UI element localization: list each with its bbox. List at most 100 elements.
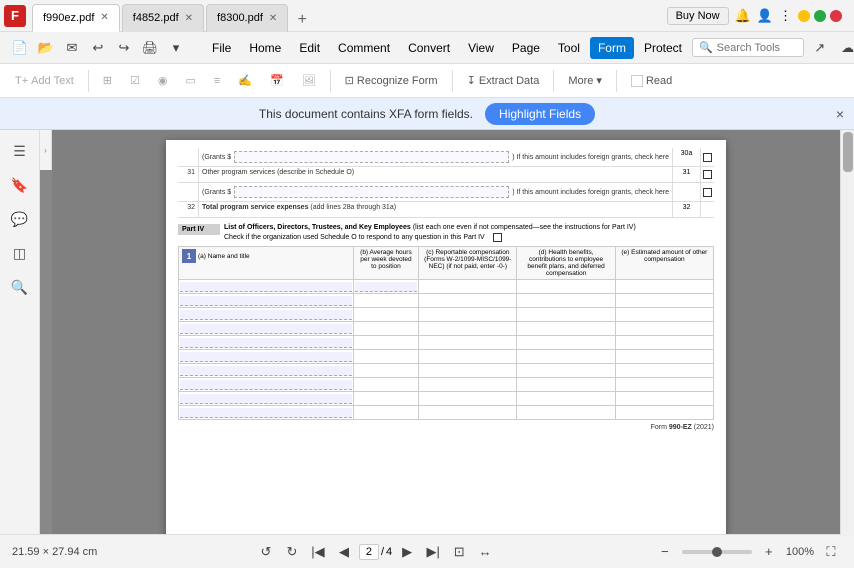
comp-cell[interactable] [419, 308, 517, 322]
hours-cell[interactable] [353, 378, 419, 392]
add-text-button[interactable]: T+ Add Text [8, 72, 81, 90]
name-cell[interactable] [179, 294, 354, 308]
benefits-cell[interactable] [517, 336, 615, 350]
maximize-button[interactable] [814, 10, 826, 22]
benefits-cell[interactable] [517, 280, 615, 294]
menu-form[interactable]: Form [590, 37, 634, 59]
minimize-button[interactable] [798, 10, 810, 22]
benefits-cell[interactable] [517, 406, 615, 420]
hours-cell[interactable] [353, 406, 419, 420]
menu-view[interactable]: View [460, 37, 502, 59]
benefits-cell[interactable] [517, 350, 615, 364]
other-cell[interactable] [615, 350, 713, 364]
other-cell[interactable] [615, 294, 713, 308]
menu-comment[interactable]: Comment [330, 37, 398, 59]
menu-home[interactable]: Home [241, 37, 289, 59]
hours-cell[interactable] [353, 392, 419, 406]
part-iv-checkbox[interactable] [493, 233, 502, 242]
cloud-icon[interactable]: ☁ [836, 36, 854, 60]
sign-icon[interactable]: ✍ [231, 71, 259, 90]
other-cell[interactable] [615, 392, 713, 406]
menu-dots-icon[interactable]: ⋮ [779, 8, 792, 24]
undo-icon[interactable]: ↩ [86, 36, 110, 60]
hours-cell[interactable] [353, 336, 419, 350]
benefits-cell[interactable] [517, 392, 615, 406]
open-file-icon[interactable]: 📂 [34, 36, 58, 60]
rotate-left-button[interactable]: ↺ [255, 541, 277, 563]
comp-cell[interactable] [419, 392, 517, 406]
fit-width-button[interactable]: ↔ [474, 541, 496, 563]
notification-icon[interactable]: 🔔 [735, 8, 751, 24]
new-file-icon[interactable]: 📄 [8, 36, 32, 60]
zoom-thumb[interactable] [712, 547, 722, 557]
comp-cell[interactable] [419, 364, 517, 378]
last-page-button[interactable]: ▶| [422, 541, 444, 563]
email-icon[interactable]: ✉ [60, 36, 84, 60]
name-cell[interactable] [179, 322, 354, 336]
sidebar-pages-icon[interactable]: ☰ [5, 136, 35, 166]
sidebar-layers-icon[interactable]: ◫ [5, 238, 35, 268]
hours-cell[interactable] [353, 322, 419, 336]
other-cell[interactable] [615, 280, 713, 294]
user-icon[interactable]: 👤 [757, 8, 773, 24]
checkbox-31a[interactable] [700, 183, 714, 201]
comp-cell[interactable] [419, 378, 517, 392]
sidebar-comments-icon[interactable]: 💬 [5, 204, 35, 234]
name-cell[interactable] [179, 378, 354, 392]
benefits-cell[interactable] [517, 364, 615, 378]
recognize-form-button[interactable]: ⊡ Recognize Form [338, 71, 445, 90]
list-icon[interactable]: ≡ [207, 72, 227, 90]
highlight-fields-button[interactable]: Highlight Fields [485, 103, 595, 125]
combo-icon[interactable]: ▭ [178, 71, 202, 90]
comp-cell[interactable] [419, 336, 517, 350]
hours-cell[interactable] [353, 294, 419, 308]
benefits-cell[interactable] [517, 308, 615, 322]
comp-cell[interactable] [419, 350, 517, 364]
next-page-button[interactable]: ▶ [396, 541, 418, 563]
scroll-thumb[interactable] [843, 132, 853, 172]
name-cell[interactable] [179, 364, 354, 378]
buy-now-button[interactable]: Buy Now [667, 7, 729, 25]
tab-f990ez[interactable]: f990ez.pdf ✕ [32, 4, 120, 32]
hours-cell[interactable] [353, 350, 419, 364]
sidebar-bookmarks-icon[interactable]: 🔖 [5, 170, 35, 200]
sidebar-expand-button[interactable]: › [40, 130, 52, 170]
comp-cell[interactable] [419, 406, 517, 420]
pdf-viewer[interactable]: (Grants $ ) If this amount includes fore… [52, 130, 840, 534]
comp-cell[interactable] [419, 280, 517, 294]
other-cell[interactable] [615, 336, 713, 350]
checkbox-31[interactable] [700, 167, 714, 182]
close-tab-icon[interactable]: ✕ [269, 13, 277, 24]
grants-input-30a[interactable] [234, 151, 509, 163]
comp-cell[interactable] [419, 294, 517, 308]
hours-cell[interactable] [353, 280, 419, 294]
benefits-cell[interactable] [517, 322, 615, 336]
search-input[interactable] [717, 42, 797, 54]
redo-icon[interactable]: ↪ [112, 36, 136, 60]
grants-input-31a[interactable] [234, 186, 509, 198]
close-button[interactable] [830, 10, 842, 22]
tab-f8300[interactable]: f8300.pdf ✕ [206, 4, 288, 32]
name-cell[interactable] [179, 336, 354, 350]
date-icon[interactable]: 📅 [263, 71, 291, 90]
add-tab-button[interactable]: + [290, 8, 314, 32]
other-cell[interactable] [615, 308, 713, 322]
hours-cell[interactable] [353, 308, 419, 322]
zoom-out-button[interactable]: − [654, 541, 676, 563]
check-icon[interactable]: ☑ [123, 71, 147, 90]
zoom-slider[interactable] [682, 550, 752, 554]
comp-cell[interactable] [419, 322, 517, 336]
other-cell[interactable] [615, 364, 713, 378]
tab-f4852[interactable]: f4852.pdf ✕ [122, 4, 204, 32]
first-page-button[interactable]: |◀ [307, 541, 329, 563]
name-cell[interactable] [179, 280, 354, 294]
benefits-cell[interactable] [517, 294, 615, 308]
prev-page-button[interactable]: ◀ [333, 541, 355, 563]
menu-file[interactable]: File [204, 37, 239, 59]
menu-protect[interactable]: Protect [636, 37, 690, 59]
close-tab-icon[interactable]: ✕ [185, 13, 193, 24]
close-tab-icon[interactable]: ✕ [100, 12, 108, 23]
more-button[interactable]: More ▾ [561, 71, 609, 90]
current-page-input[interactable] [359, 544, 379, 560]
other-cell[interactable] [615, 322, 713, 336]
